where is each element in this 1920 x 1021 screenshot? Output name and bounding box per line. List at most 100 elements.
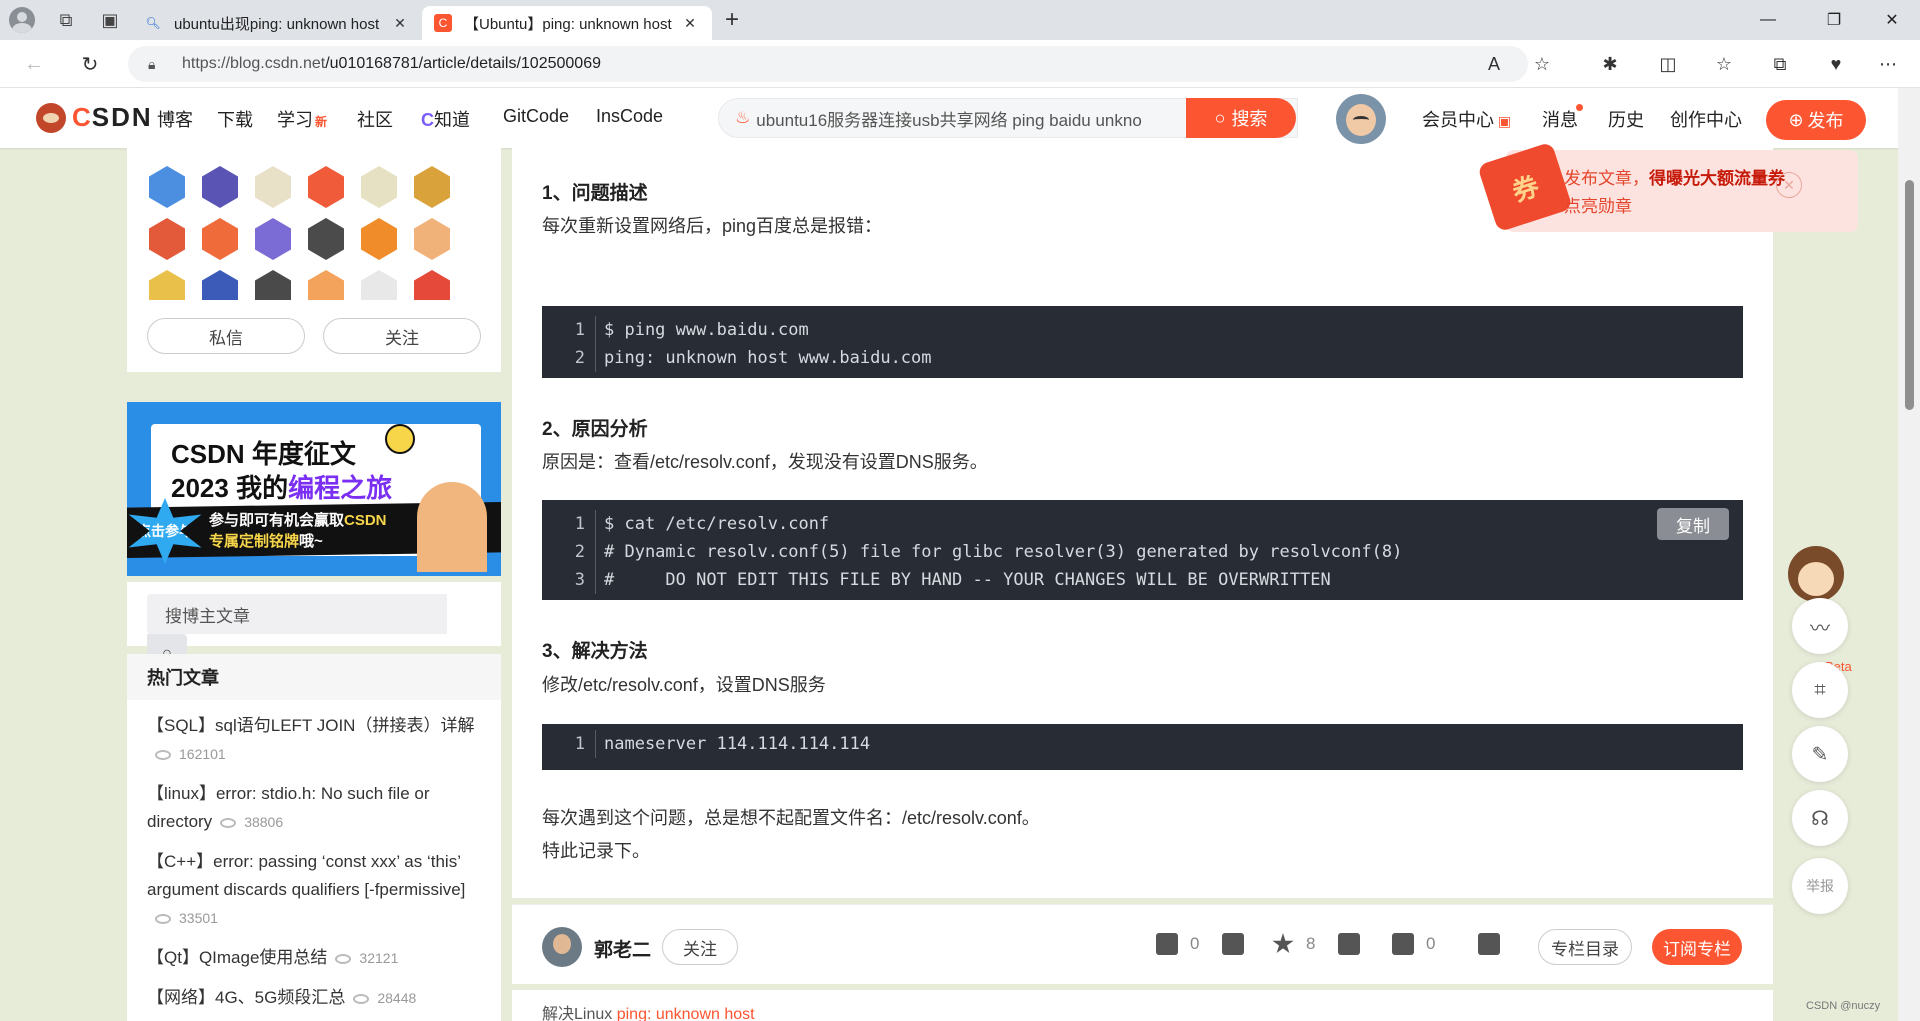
line-number: 2 [542,538,596,566]
author-avatar[interactable] [542,927,582,967]
code-line: 1 $ ping www.baidu.com [542,316,1743,344]
copy-button[interactable]: 复制 [1657,508,1729,540]
publish-button[interactable]: ⊕ 发布 [1766,100,1866,140]
refresh-button[interactable]: ↻ [68,42,112,86]
avatar[interactable] [1336,94,1386,144]
section-heading: 2、原因分析 [542,419,648,440]
achievement-badge-icon[interactable] [361,218,397,260]
achievement-badge-icon[interactable] [308,166,344,208]
hot-article-item[interactable]: 【linux】error: stdio.h: No such file or d… [127,780,501,836]
read-aloud-icon[interactable]: A [1472,40,1516,88]
url-field[interactable]: 🔒︎ https://blog.csdn.net/u010168781/arti… [128,46,1528,82]
share-button[interactable] [1478,933,1512,955]
like-button[interactable]: 0 [1156,933,1199,955]
tab-article[interactable]: C 【Ubuntu】ping: unknown host ✕ [422,6,712,40]
publish-promo-popup[interactable]: 券 发布文章，得曝光大额流量券 点亮勋章 ✕ [1477,141,1858,233]
hot-article-item[interactable]: 【网络】4G、5G频段汇总 28448 [127,984,501,1012]
column-toc-button[interactable]: 专栏目录 [1538,929,1632,965]
subscribe-column-button[interactable]: 订阅专栏 [1652,929,1742,965]
comment-button[interactable]: 0 [1392,933,1435,955]
collect-button[interactable]: 8 [1272,933,1315,955]
minimize-icon[interactable]: — [1740,0,1796,40]
headset-icon[interactable]: ☊ [1792,790,1848,846]
nav-download[interactable]: 下载 [217,106,253,132]
performance-icon[interactable]: ♥ [1814,40,1858,88]
private-message-button[interactable]: 私信 [147,318,305,354]
extensions-icon[interactable]: ✱ [1588,40,1632,88]
blog-search-input[interactable]: 搜博主文章 [147,594,447,634]
related-article[interactable]: 解决Linux ping: unknown host [512,990,1773,1021]
view-count: 32121 [359,950,399,966]
plus-circle-icon: ⊕ [1788,109,1804,130]
new-tab-button[interactable]: + [712,0,752,40]
code-line: 3 # DO NOT EDIT THIS FILE BY HAND -- YOUR… [542,566,1743,594]
scrollbar-thumb[interactable] [1905,180,1914,410]
close-window-icon[interactable]: ✕ [1864,0,1920,40]
nav-creation-center[interactable]: 创作中心 [1670,106,1742,132]
achievement-badge-icon[interactable] [202,218,238,260]
paragraph: 原因是：查看/etc/resolv.conf，发现没有设置DNS服务。 [542,452,988,472]
achievement-badge-icon[interactable] [361,166,397,208]
hot-article-item[interactable]: 【Qt】QImage使用总结 32121 [127,944,501,972]
code-text: # DO NOT EDIT THIS FILE BY HAND -- YOUR … [604,570,1331,590]
mascot-avatar[interactable] [1788,546,1844,602]
workspaces-icon[interactable]: ⧉ [44,0,88,40]
nav-vip-center[interactable]: 会员中心 ▣ [1422,106,1511,132]
code-block[interactable]: 1 nameserver 114.114.114.114 [542,724,1743,770]
nav-inscode[interactable]: InsCode [596,106,663,127]
code-block[interactable]: 1 $ cat /etc/resolv.conf 2 # Dynamic resolv… [542,500,1743,600]
hot-article-item[interactable]: 【SQL】sql语句LEFT JOIN（拼接表）详解 162101 [127,712,501,768]
search-button[interactable]: ○ 搜索 [1186,98,1296,138]
hot-article-title: 【Qt】QImage使用总结 [147,948,328,967]
achievement-badge-icon[interactable] [308,218,344,260]
code-text: # Dynamic resolv.conf(5) file for glibc … [604,542,1403,562]
code-block[interactable]: 1 $ ping www.baidu.com 2 ping: unknown host… [542,306,1743,378]
achievement-badge-icon[interactable] [149,166,185,208]
hot-article-item[interactable]: 【C++】error: passing ‘const xxx’ as ‘this… [127,848,501,932]
achievement-badge-icon[interactable] [414,218,450,260]
nav-zhidao[interactable]: C知道 [421,106,470,132]
tab-actions-icon[interactable]: ▣ [88,0,132,40]
csdn-c-icon: C [434,14,452,32]
achievement-badge-icon[interactable] [255,218,291,260]
report-button[interactable]: 举报 [1792,858,1848,914]
nav-history[interactable]: 历史 [1608,106,1644,132]
smiley-icon [385,424,415,454]
nav-blog[interactable]: 博客 [157,106,193,132]
tab-search[interactable]: 🔍︎ ubuntu出现ping: unknown host ✕ [132,6,422,40]
view-count: 28448 [377,990,417,1006]
split-screen-icon[interactable]: ◫ [1646,40,1690,88]
reward-button[interactable] [1338,933,1372,955]
event-banner[interactable]: CSDN 年度征文 2023 我的编程之旅 参与即可有机会赢取CSDN 专属定制… [127,402,501,576]
close-tab-icon[interactable]: ✕ [680,15,700,32]
code-line: 2 ping: unknown host www.baidu.com [542,344,1743,372]
author-name[interactable]: 郭老二 [594,935,651,962]
edit-note-icon[interactable]: ✎ [1792,726,1848,782]
back-button[interactable]: ← [12,42,56,86]
eye-icon [155,913,171,924]
ai-assistant-icon[interactable]: ⌗ [1792,662,1848,718]
follow-button[interactable]: 关注 [662,929,738,965]
achievement-badge-icon[interactable] [255,166,291,208]
achievement-badge-icon[interactable] [414,166,450,208]
collections-icon[interactable]: ⧉ [1758,40,1802,88]
nav-gitcode[interactable]: GitCode [503,106,569,127]
trend-chart-icon[interactable]: 〰 [1792,598,1848,654]
favorites-icon[interactable]: ☆ [1702,40,1746,88]
dislike-button[interactable] [1222,933,1256,955]
watermark: CSDN @nuczy [1806,1000,1881,1012]
close-icon[interactable]: ✕ [1776,172,1802,198]
nav-learn[interactable]: 学习新 [277,106,327,132]
favorite-star-icon[interactable]: ☆ [1520,40,1564,88]
profile-icon[interactable] [0,0,44,40]
view-count: 38806 [244,814,284,830]
nav-community[interactable]: 社区 [357,106,393,132]
follow-author-button[interactable]: 关注 [323,318,481,354]
restore-icon[interactable]: ❐ [1806,0,1862,40]
close-tab-icon[interactable]: ✕ [390,15,410,32]
csdn-logo[interactable]: C SDN [36,102,153,133]
achievement-badge-icon[interactable] [149,218,185,260]
nav-messages[interactable]: 消息 [1542,106,1578,132]
more-menu-icon[interactable]: ⋯ [1866,40,1910,88]
achievement-badge-icon[interactable] [202,166,238,208]
